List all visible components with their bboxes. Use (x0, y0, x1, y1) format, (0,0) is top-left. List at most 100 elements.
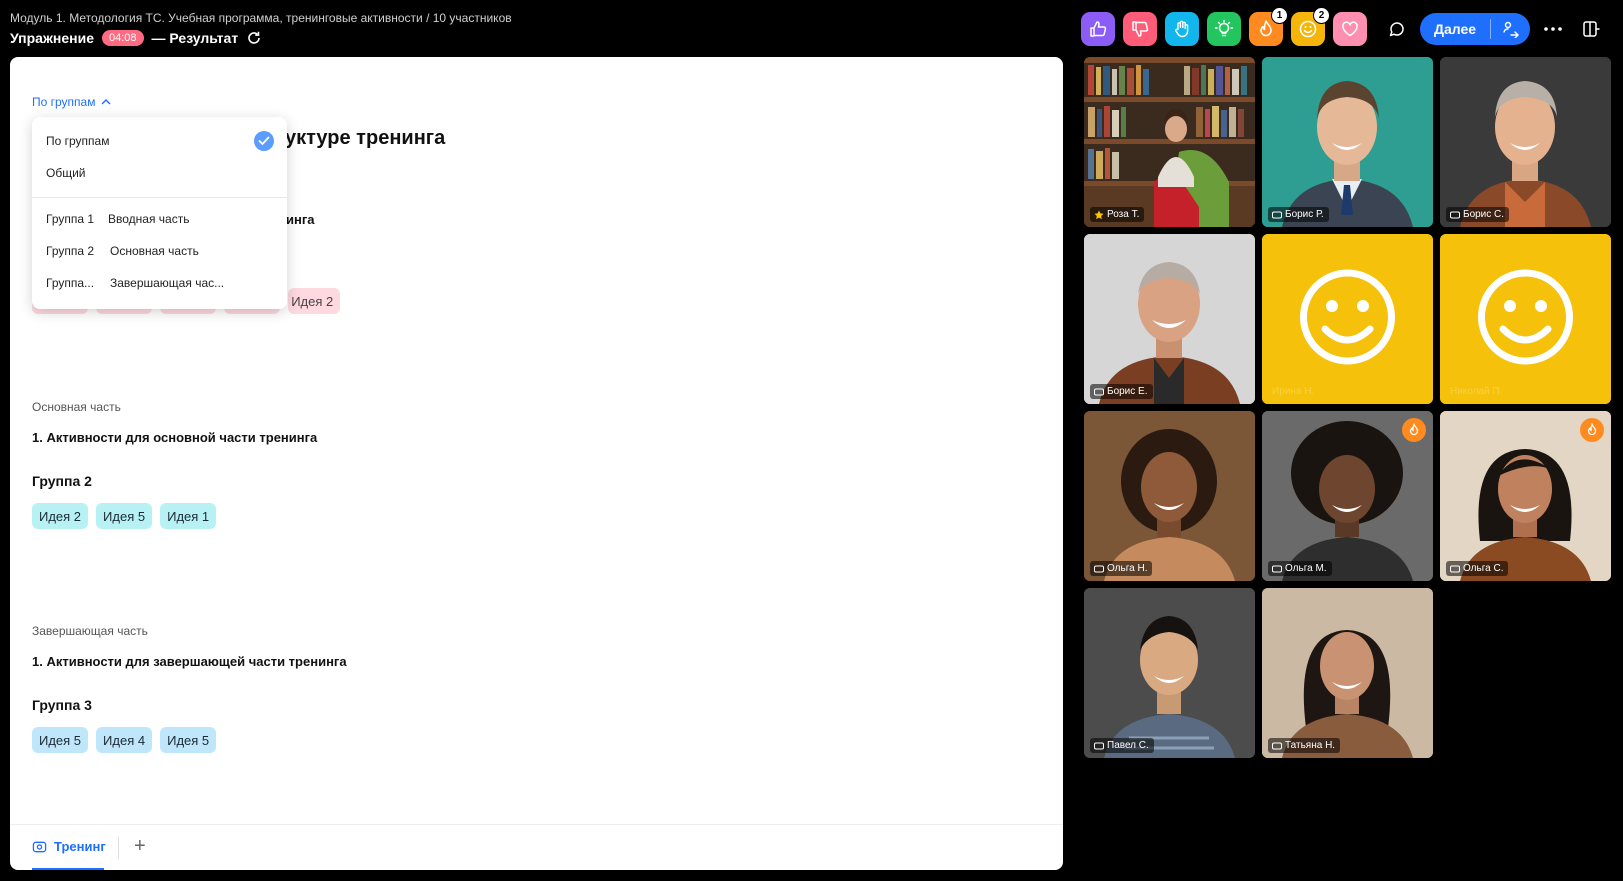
option-general[interactable]: Общий (46, 166, 86, 180)
fire-icon (1260, 20, 1272, 37)
chat-icon (1389, 22, 1404, 37)
participants-switch-icon[interactable] (1491, 20, 1530, 38)
view-mode-toggle[interactable]: По группам (32, 95, 111, 109)
exit-panel-button[interactable] (1578, 16, 1604, 42)
camera-icon (1094, 388, 1104, 395)
raise-hand-button[interactable] (1165, 12, 1199, 46)
camera-icon (1272, 742, 1282, 749)
like-reaction-button[interactable] (1081, 12, 1115, 46)
option-group-3[interactable]: Группа... Завершающая час... (46, 276, 224, 290)
participant-video (1084, 411, 1255, 581)
lightbulb-icon (1214, 19, 1234, 37)
fire-reaction-badge (1580, 418, 1604, 442)
idea-tag[interactable]: Идея 1 (160, 503, 217, 529)
participant-name-label: Ирина Н. (1268, 384, 1319, 399)
option-group-2[interactable]: Группа 2 Основная часть (46, 244, 199, 258)
thumbs-up-icon (1090, 21, 1107, 37)
chat-button[interactable] (1384, 16, 1410, 42)
participant-tile[interactable]: Ольга Н. (1084, 411, 1255, 581)
camera-icon (1450, 211, 1460, 218)
camera-icon (1094, 742, 1104, 749)
activity-title-partial: инга (286, 212, 315, 227)
participant-name: Борис С. (1463, 209, 1505, 220)
camera-icon (1450, 565, 1460, 572)
idea-tag[interactable]: Идея 5 (32, 727, 89, 753)
smile-icon (1299, 20, 1317, 38)
participant-name-label: Ольга М. (1268, 561, 1332, 576)
option-group-1[interactable]: Группа 1 Вводная часть (46, 212, 189, 226)
participant-name: Татьяна Н. (1285, 740, 1336, 751)
add-tab-button[interactable]: + (134, 835, 146, 858)
activity-title: 1. Активности для завершающей части трен… (32, 654, 347, 669)
idea-tag[interactable]: Идея 2 (32, 503, 89, 529)
participant-tile[interactable]: Ирина Н. (1262, 234, 1433, 404)
group-part: Основная часть (110, 244, 199, 258)
hand-icon (1175, 20, 1189, 38)
avatar-smile-icon (1262, 234, 1433, 404)
top-bar: Модуль 1. Методология ТС. Учебная програ… (0, 0, 1623, 56)
heart-reaction-button[interactable] (1333, 12, 1367, 46)
section-label: Основная часть (32, 400, 121, 414)
participant-name-label: Борис Е. (1090, 384, 1153, 399)
group-name: Группа 2 (46, 244, 95, 258)
idea-tag[interactable]: Идея 5 (96, 503, 153, 529)
participant-tile[interactable]: Татьяна Н. (1262, 588, 1433, 758)
check-icon (254, 131, 274, 151)
participant-name: Борис Р. (1285, 209, 1324, 220)
section-title-partial: уктуре тренинга (285, 127, 446, 149)
idea-tag[interactable]: Идея 2 (288, 288, 341, 314)
reaction-bar: 1 2 (1081, 7, 1367, 46)
more-dots-icon (1544, 27, 1562, 31)
exercise-title-bar: Упражнение 04:08 — Результат (10, 28, 262, 48)
timer-badge: 04:08 (102, 30, 144, 46)
participant-name: Ольга Н. (1107, 563, 1148, 574)
camera-icon (1094, 565, 1104, 572)
participant-tile[interactable]: Роза Т. (1084, 57, 1255, 227)
idea-tag[interactable]: Идея 5 (160, 727, 217, 753)
thumbs-down-icon (1132, 21, 1149, 37)
participant-tile[interactable]: Борис Е. (1084, 234, 1255, 404)
dislike-reaction-button[interactable] (1123, 12, 1157, 46)
fire-count-badge: 1 (1271, 7, 1288, 24)
participant-name-label: Ольга С. (1446, 561, 1509, 576)
more-button[interactable] (1540, 16, 1566, 42)
participant-tile[interactable]: Павел С. (1084, 588, 1255, 758)
group-title: Группа 3 (32, 697, 92, 713)
participant-video (1084, 234, 1255, 404)
participant-tile[interactable]: Борис С. (1440, 57, 1611, 227)
activity-title: 1. Активности для основной части тренинг… (32, 430, 318, 445)
dropdown-divider (32, 197, 287, 198)
idea-reaction-button[interactable] (1207, 12, 1241, 46)
refresh-icon[interactable] (246, 30, 262, 46)
participant-tile[interactable]: Ольга М. (1262, 411, 1433, 581)
group-part: Вводная часть (108, 212, 190, 226)
participant-tile[interactable]: Борис Р. (1262, 57, 1433, 227)
smile-reaction-button[interactable]: 2 (1291, 7, 1330, 46)
participant-name: Николай П. (1450, 386, 1503, 397)
participant-video (1084, 588, 1255, 758)
participant-tile[interactable]: Ольга С. (1440, 411, 1611, 581)
participant-video (1084, 57, 1255, 227)
option-by-groups[interactable]: По группам (46, 134, 109, 148)
participant-name-label: Роза Т. (1090, 207, 1145, 222)
next-button[interactable]: Далее (1420, 13, 1530, 45)
participant-name-label: Татьяна Н. (1268, 738, 1341, 753)
tab-training[interactable]: Тренинг (32, 839, 106, 854)
fire-icon (1409, 423, 1419, 436)
participant-name-label: Ольга Н. (1090, 561, 1153, 576)
participant-name-label: Борис Р. (1268, 207, 1329, 222)
fire-reaction-badge (1402, 418, 1426, 442)
camera-icon (1272, 211, 1282, 218)
fire-reaction-button[interactable]: 1 (1249, 7, 1288, 46)
breadcrumb[interactable]: Модуль 1. Методология ТС. Учебная програ… (10, 11, 512, 25)
view-mode-dropdown: По группам Общий Группа 1 Вводная часть Г… (32, 117, 287, 309)
view-mode-label: По группам (32, 95, 96, 109)
group-name: Группа... (46, 276, 95, 290)
section-label: Завершающая часть (32, 624, 148, 638)
participant-video (1440, 57, 1611, 227)
tab-divider (118, 837, 119, 859)
exit-icon (1583, 21, 1600, 37)
participant-tile[interactable]: Николай П. (1440, 234, 1611, 404)
participant-name-label: Павел С. (1090, 738, 1154, 753)
idea-tag[interactable]: Идея 4 (96, 727, 153, 753)
